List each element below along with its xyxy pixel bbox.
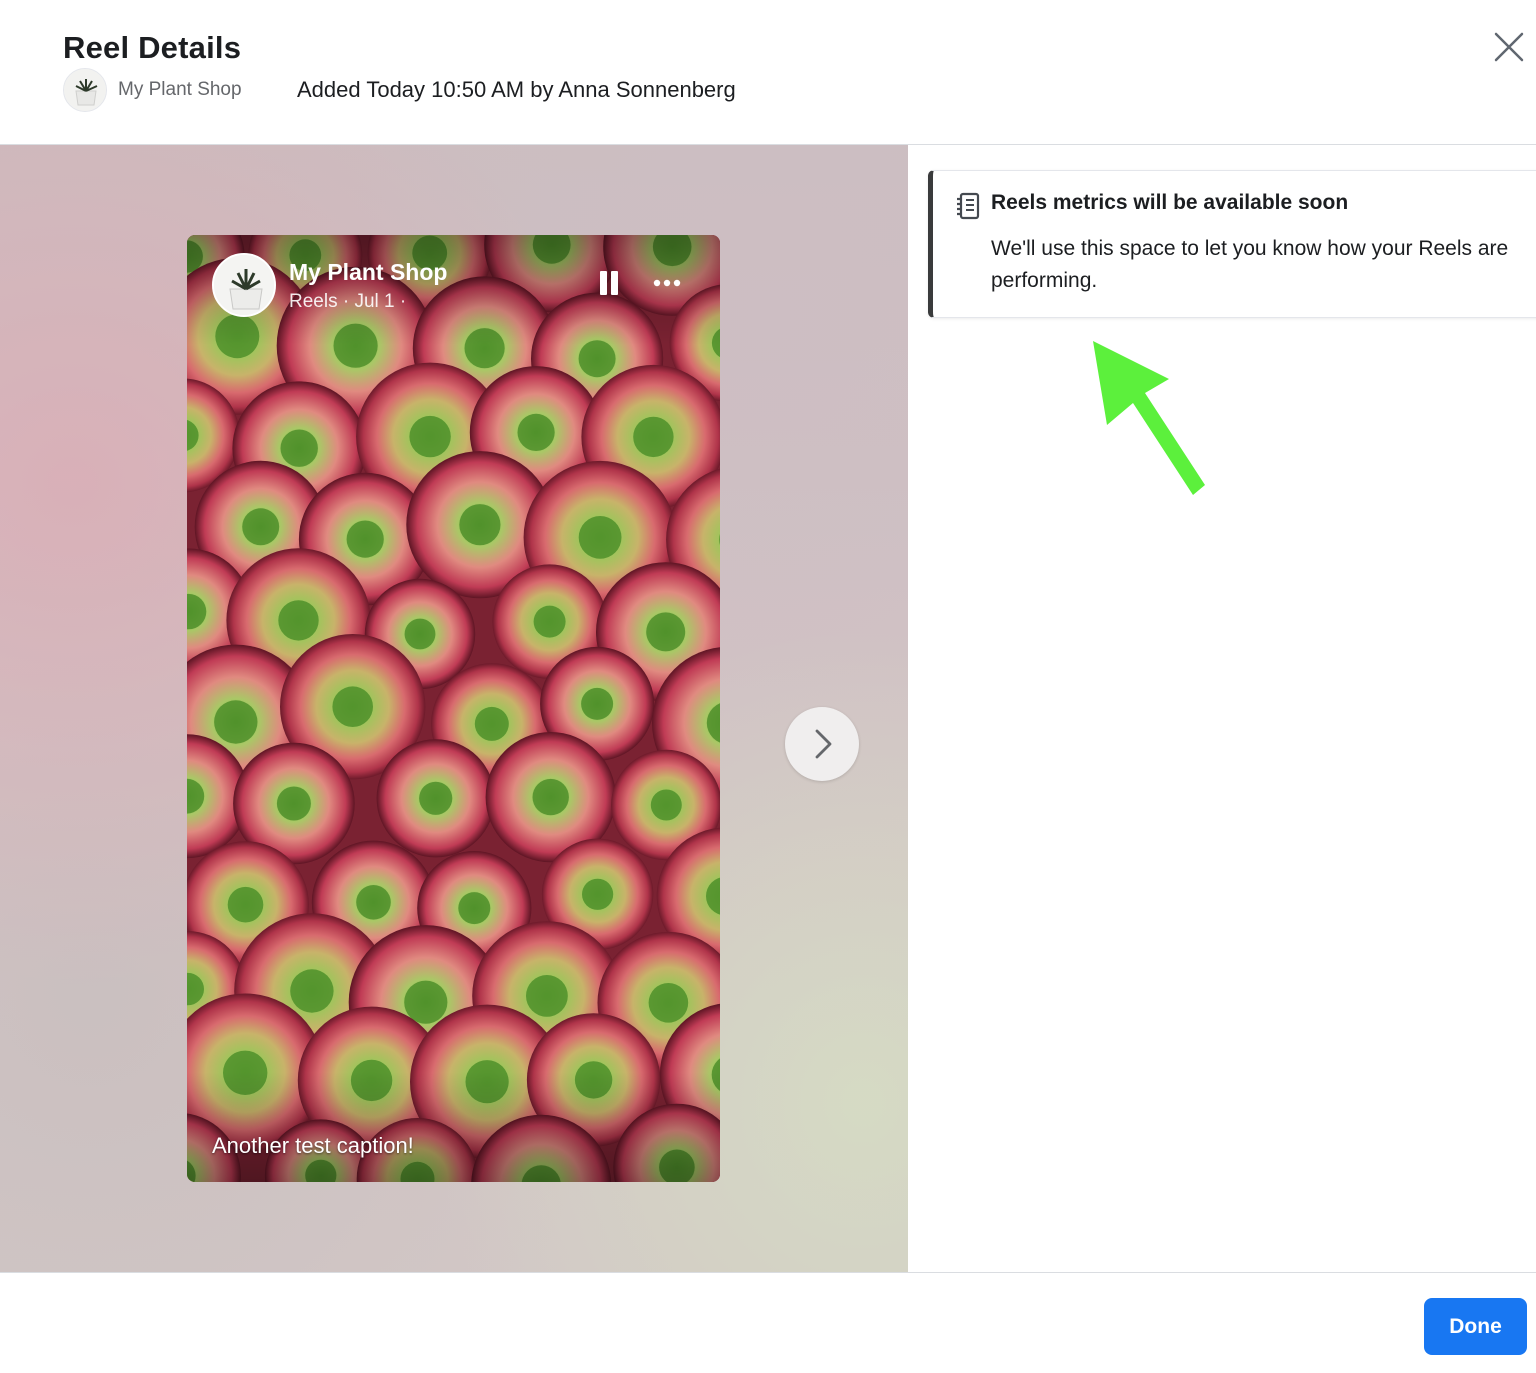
rosette-center <box>532 778 569 816</box>
rosette-center <box>227 886 264 923</box>
rosette-center <box>356 885 391 920</box>
reel-page-avatar[interactable] <box>212 253 276 317</box>
rosette-center <box>474 706 509 741</box>
rosette-center <box>633 416 674 458</box>
close-icon[interactable] <box>1488 28 1528 68</box>
media-viewer: My Plant Shop Reels · Jul 1 · Another te… <box>0 145 908 1272</box>
rosette-center <box>578 340 616 378</box>
rosette-center <box>526 975 568 1017</box>
rosette-center <box>404 618 436 650</box>
notice-title: Reels metrics will be available soon <box>991 191 1349 214</box>
reel-meta: Reels · Jul 1 · <box>289 291 407 312</box>
rosette-center <box>459 504 501 546</box>
rosette-center <box>276 786 311 821</box>
rosette-center <box>582 878 614 910</box>
reel-caption: Another test caption! <box>212 1133 414 1158</box>
succulents-image <box>187 235 720 1182</box>
done-button[interactable]: Done <box>1424 1298 1527 1355</box>
rosette-center <box>533 605 566 638</box>
rosette-center <box>581 687 614 720</box>
metrics-notice: Reels metrics will be available soon We'… <box>928 170 1536 318</box>
rosette-center <box>346 520 384 558</box>
reel-video[interactable]: My Plant Shop Reels · Jul 1 · Another te… <box>187 235 720 1182</box>
rosette-center <box>650 789 682 821</box>
rosette-center <box>648 983 689 1023</box>
dialog-title: Reel Details <box>63 30 242 65</box>
rosette-center <box>242 508 280 546</box>
rosette-center <box>278 600 319 641</box>
dialog-header: Reel Details My Plant Shop Added Today 1… <box>0 0 1536 145</box>
notebook-icon <box>955 191 983 221</box>
reel-page-name[interactable]: My Plant Shop <box>289 259 447 286</box>
pause-icon[interactable] <box>597 271 621 297</box>
rosette-center <box>419 781 453 815</box>
page-name[interactable]: My Plant Shop <box>118 79 242 101</box>
notice-body: We'll use this space to let you know how… <box>991 237 1509 292</box>
annotation-arrow-icon <box>1093 341 1205 495</box>
rosette-center <box>404 980 448 1024</box>
next-button[interactable] <box>785 707 859 781</box>
dialog-footer: Done <box>0 1272 1536 1373</box>
reel-bottom-gradient <box>187 1072 720 1182</box>
page-avatar <box>63 68 107 112</box>
rosette-center <box>578 516 622 559</box>
rosette-center <box>290 969 334 1013</box>
added-info: Added Today 10:50 AM by Anna Sonnenberg <box>297 77 736 102</box>
rosette-center <box>214 700 258 744</box>
rosette-center <box>332 686 373 727</box>
chevron-right-icon <box>815 729 832 759</box>
rosette-center <box>280 429 318 467</box>
metrics-panel: Reels metrics will be available soon We'… <box>908 145 1536 1272</box>
rosette-center <box>409 415 451 458</box>
rosette-center <box>517 413 555 451</box>
more-options-icon[interactable] <box>651 271 685 295</box>
rosette-center <box>458 892 491 925</box>
rosette-center <box>646 612 686 652</box>
